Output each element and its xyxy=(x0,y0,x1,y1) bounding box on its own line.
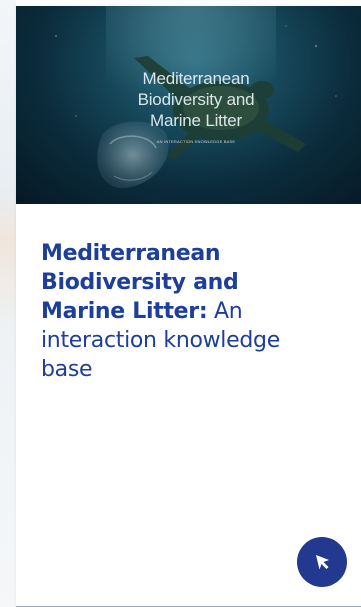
plastic-bag xyxy=(97,121,169,189)
card-title[interactable]: Mediterranean Biodiversity and Marine Li… xyxy=(41,239,351,384)
image-title: Mediterranean Biodiversity and Marine Li… xyxy=(76,68,316,131)
card-title-strong-line: Biodiversity and xyxy=(41,270,239,295)
image-title-line: Biodiversity and xyxy=(137,90,255,109)
image-title-line: Mediterranean xyxy=(142,69,250,88)
page-backdrop xyxy=(0,0,16,607)
image-subtitle: AN INTERACTION KNOWLEDGE BASE xyxy=(156,139,236,144)
card-title-rest-line: base xyxy=(41,357,93,382)
cursor-arrow-icon xyxy=(316,555,329,570)
card-title-strong-line: Marine Litter: xyxy=(41,299,208,324)
open-card-button[interactable] xyxy=(297,537,347,587)
card-image: Mediterranean Biodiversity and Marine Li… xyxy=(16,6,361,204)
card-title-rest-inline: An xyxy=(214,299,243,324)
card-title-rest-line: interaction knowledge xyxy=(41,328,280,353)
card-title-strong-line: Mediterranean xyxy=(41,241,221,266)
image-title-line: Marine Litter xyxy=(150,111,242,130)
knowledge-base-card[interactable]: Mediterranean Biodiversity and Marine Li… xyxy=(16,6,361,607)
